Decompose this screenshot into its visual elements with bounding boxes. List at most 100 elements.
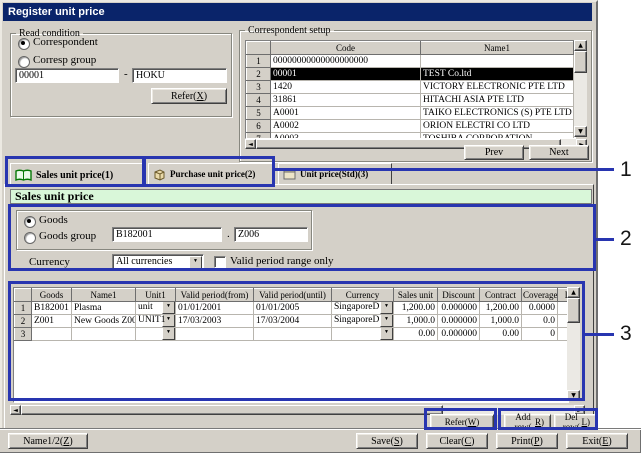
correspondent-code-to-input[interactable] [132,68,227,83]
goods-radio[interactable] [24,216,36,228]
code-column-header[interactable]: Code [271,42,421,55]
clear-button[interactable]: Clear(C) [426,433,488,449]
grid-cell[interactable]: Z001 [32,315,72,328]
correspondent-row[interactable]: 6A0002ORION ELECTRI CO LTD [247,120,574,133]
row-number-cell[interactable]: 1 [15,302,32,315]
goods-group-radio[interactable] [24,232,36,244]
grid-cell[interactable]: B182001 [32,302,72,315]
grid-horizontal-scrollbar[interactable]: ◄ ► [10,405,585,415]
grid-column-header[interactable]: Currency [332,289,394,302]
grid-row[interactable]: 1B182001Plasma▼unit01/01/200101/01/2005▼… [15,302,570,315]
row-number-cell[interactable]: 4 [247,94,271,107]
grid-cell[interactable]: 01/01/2005 [254,302,332,315]
correspondent-row[interactable]: 100000000000000000000 [247,55,574,68]
grid-cell[interactable]: ▼ [332,328,394,341]
correspondent-row[interactable]: 5A0001TAIKO ELECTRONICS (S) PTE LTD [247,107,574,120]
dropdown-arrow-icon[interactable]: ▼ [380,328,393,341]
dropdown-arrow-icon[interactable]: ▼ [380,302,393,315]
dropdown-arrow-icon[interactable]: ▼ [162,315,175,328]
corresp-group-radio[interactable] [18,56,30,68]
dropdown-arrow-icon[interactable]: ▼ [162,302,175,315]
grid-cell[interactable]: ▼SingaporeD [332,302,394,315]
row-number-cell[interactable]: 6 [247,120,271,133]
correspondent-row[interactable]: 200001TEST Co.ltd [247,68,574,81]
name-cell[interactable]: TEST Co.ltd [421,68,574,81]
grid-row[interactable]: 2Z001New Goods Z001▼UNIT117/03/200317/03… [15,315,570,328]
dropdown-arrow-icon[interactable]: ▼ [189,256,202,269]
row-number-cell[interactable]: 3 [247,81,271,94]
row-number-cell[interactable]: 2 [15,315,32,328]
grid-column-header[interactable]: Discount [438,289,480,302]
correspondent-radio[interactable] [18,38,30,50]
correspondent-code-from-input[interactable] [15,68,119,83]
grid-cell[interactable]: 1,000.0 [480,315,522,328]
name1-column-header[interactable]: Name1 [421,42,574,55]
grid-vertical-scrollbar[interactable]: ▲ ▼ [567,287,580,401]
grid-column-header[interactable]: Contract [480,289,522,302]
print-button[interactable]: Print(P) [496,433,558,449]
grid-cell[interactable]: 0.000000 [438,302,480,315]
row-number-cell[interactable]: 2 [247,68,271,81]
grid-cell[interactable]: 0.000000 [438,315,480,328]
grid-column-header[interactable]: Coverage [522,289,558,302]
row-number-cell[interactable]: 3 [15,328,32,341]
correspondent-vertical-scrollbar[interactable]: ▲ ▼ [574,40,587,137]
grid-cell[interactable] [254,328,332,341]
grid-cell[interactable]: 1,000.0 [394,315,438,328]
code-cell[interactable]: 00001 [271,68,421,81]
scroll-up-icon[interactable]: ▲ [574,40,587,51]
grid-column-header[interactable]: Sales unit [394,289,438,302]
scroll-up-icon[interactable]: ▲ [567,287,580,298]
grid-cell[interactable]: 0.0000 [522,302,558,315]
code-cell[interactable]: 00000000000000000000 [271,55,421,68]
dropdown-arrow-icon[interactable]: ▼ [162,328,175,341]
save-button[interactable]: Save(S) [356,433,418,449]
title-bar[interactable]: Register unit price [3,3,592,21]
code-cell[interactable]: 1420 [271,81,421,94]
name-cell[interactable] [421,55,574,68]
grid-cell[interactable] [72,328,136,341]
grid-cell[interactable]: ▼ [136,328,176,341]
code-cell[interactable]: A0002 [271,120,421,133]
grid-column-header[interactable]: Unit1 [136,289,176,302]
grid-cell[interactable]: 1,200.00 [394,302,438,315]
grid-cell[interactable] [32,328,72,341]
name-cell[interactable]: VICTORY ELECTRONIC PTE LTD [421,81,574,94]
grid-column-header[interactable]: Goods [32,289,72,302]
correspondent-row[interactable]: 31420VICTORY ELECTRONIC PTE LTD [247,81,574,94]
name-cell[interactable]: HITACHI ASIA PTE LTD [421,94,574,107]
name12-button[interactable]: Name1/2(Z) [8,433,88,449]
prev-button[interactable]: Prev [464,145,524,160]
grid-cell[interactable]: Plasma [72,302,136,315]
grid-column-header[interactable]: Valid period(until) [254,289,332,302]
add-row-button[interactable]: Add row(R) [504,414,551,429]
dropdown-arrow-icon[interactable]: ▼ [380,315,393,328]
grid-cell[interactable]: ▼unit [136,302,176,315]
refer-w-button[interactable]: Refer(W) [430,414,494,429]
currency-combobox[interactable]: ▼ All currencies [112,254,204,270]
correspondent-row[interactable]: 431861HITACHI ASIA PTE LTD [247,94,574,107]
grid-cell[interactable]: 0.00 [394,328,438,341]
scrollbar-thumb[interactable] [574,51,587,73]
row-number-cell[interactable]: 1 [247,55,271,68]
name-cell[interactable]: ORION ELECTRI CO LTD [421,120,574,133]
tab-unit-price-std[interactable]: Unit price(Std)(3) [278,163,392,184]
row-number-cell[interactable]: 5 [247,107,271,120]
grid-cell[interactable]: 01/01/2001 [176,302,254,315]
exit-button[interactable]: Exit(E) [566,433,628,449]
valid-period-checkbox[interactable] [214,256,226,268]
goods-from-input[interactable] [112,227,222,242]
tab-purchase-unit-price[interactable]: Purchase unit price(2) [148,163,274,184]
grid-column-header[interactable]: Valid period(from) [176,289,254,302]
code-cell[interactable]: 31861 [271,94,421,107]
scrollbar-thumb[interactable] [21,405,443,415]
grid-row[interactable]: 3▼▼0.000.0000000.000 [15,328,570,341]
grid-cell[interactable] [176,328,254,341]
scroll-left-icon[interactable]: ◄ [245,139,256,149]
code-cell[interactable]: A0001 [271,107,421,120]
del-row-button[interactable]: Del row(L) [554,414,597,429]
scrollbar-thumb[interactable] [567,298,580,323]
grid-cell[interactable]: 0.00 [480,328,522,341]
scroll-down-icon[interactable]: ▼ [567,390,580,401]
scroll-left-icon[interactable]: ◄ [10,405,21,415]
